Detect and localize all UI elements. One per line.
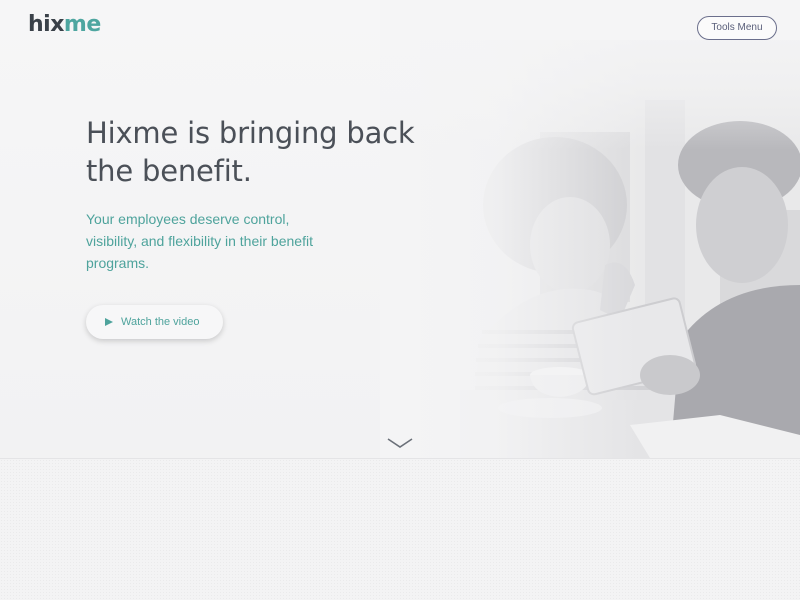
hixme-logo[interactable]: hixme: [28, 10, 101, 40]
hero-subhead: Your employees deserve control, visibili…: [86, 211, 313, 271]
logo-part-hix: hix: [28, 12, 64, 37]
play-icon: [105, 318, 113, 326]
hero-headline-line-1: Hixme is bringing back: [86, 116, 415, 150]
hero-section: hixme Tools Menu Hixme is bringing back …: [0, 0, 800, 459]
hero-headline-line-2: the benefit.: [86, 154, 252, 188]
chevron-down-icon[interactable]: [386, 436, 414, 450]
logo-part-me: me: [63, 12, 101, 37]
hero-headline: Hixme is bringing back the benefit.: [86, 114, 466, 190]
tools-menu-button[interactable]: Tools Menu: [697, 16, 777, 40]
watch-video-label: Watch the video: [121, 316, 200, 328]
watch-video-button[interactable]: Watch the video: [86, 305, 223, 339]
